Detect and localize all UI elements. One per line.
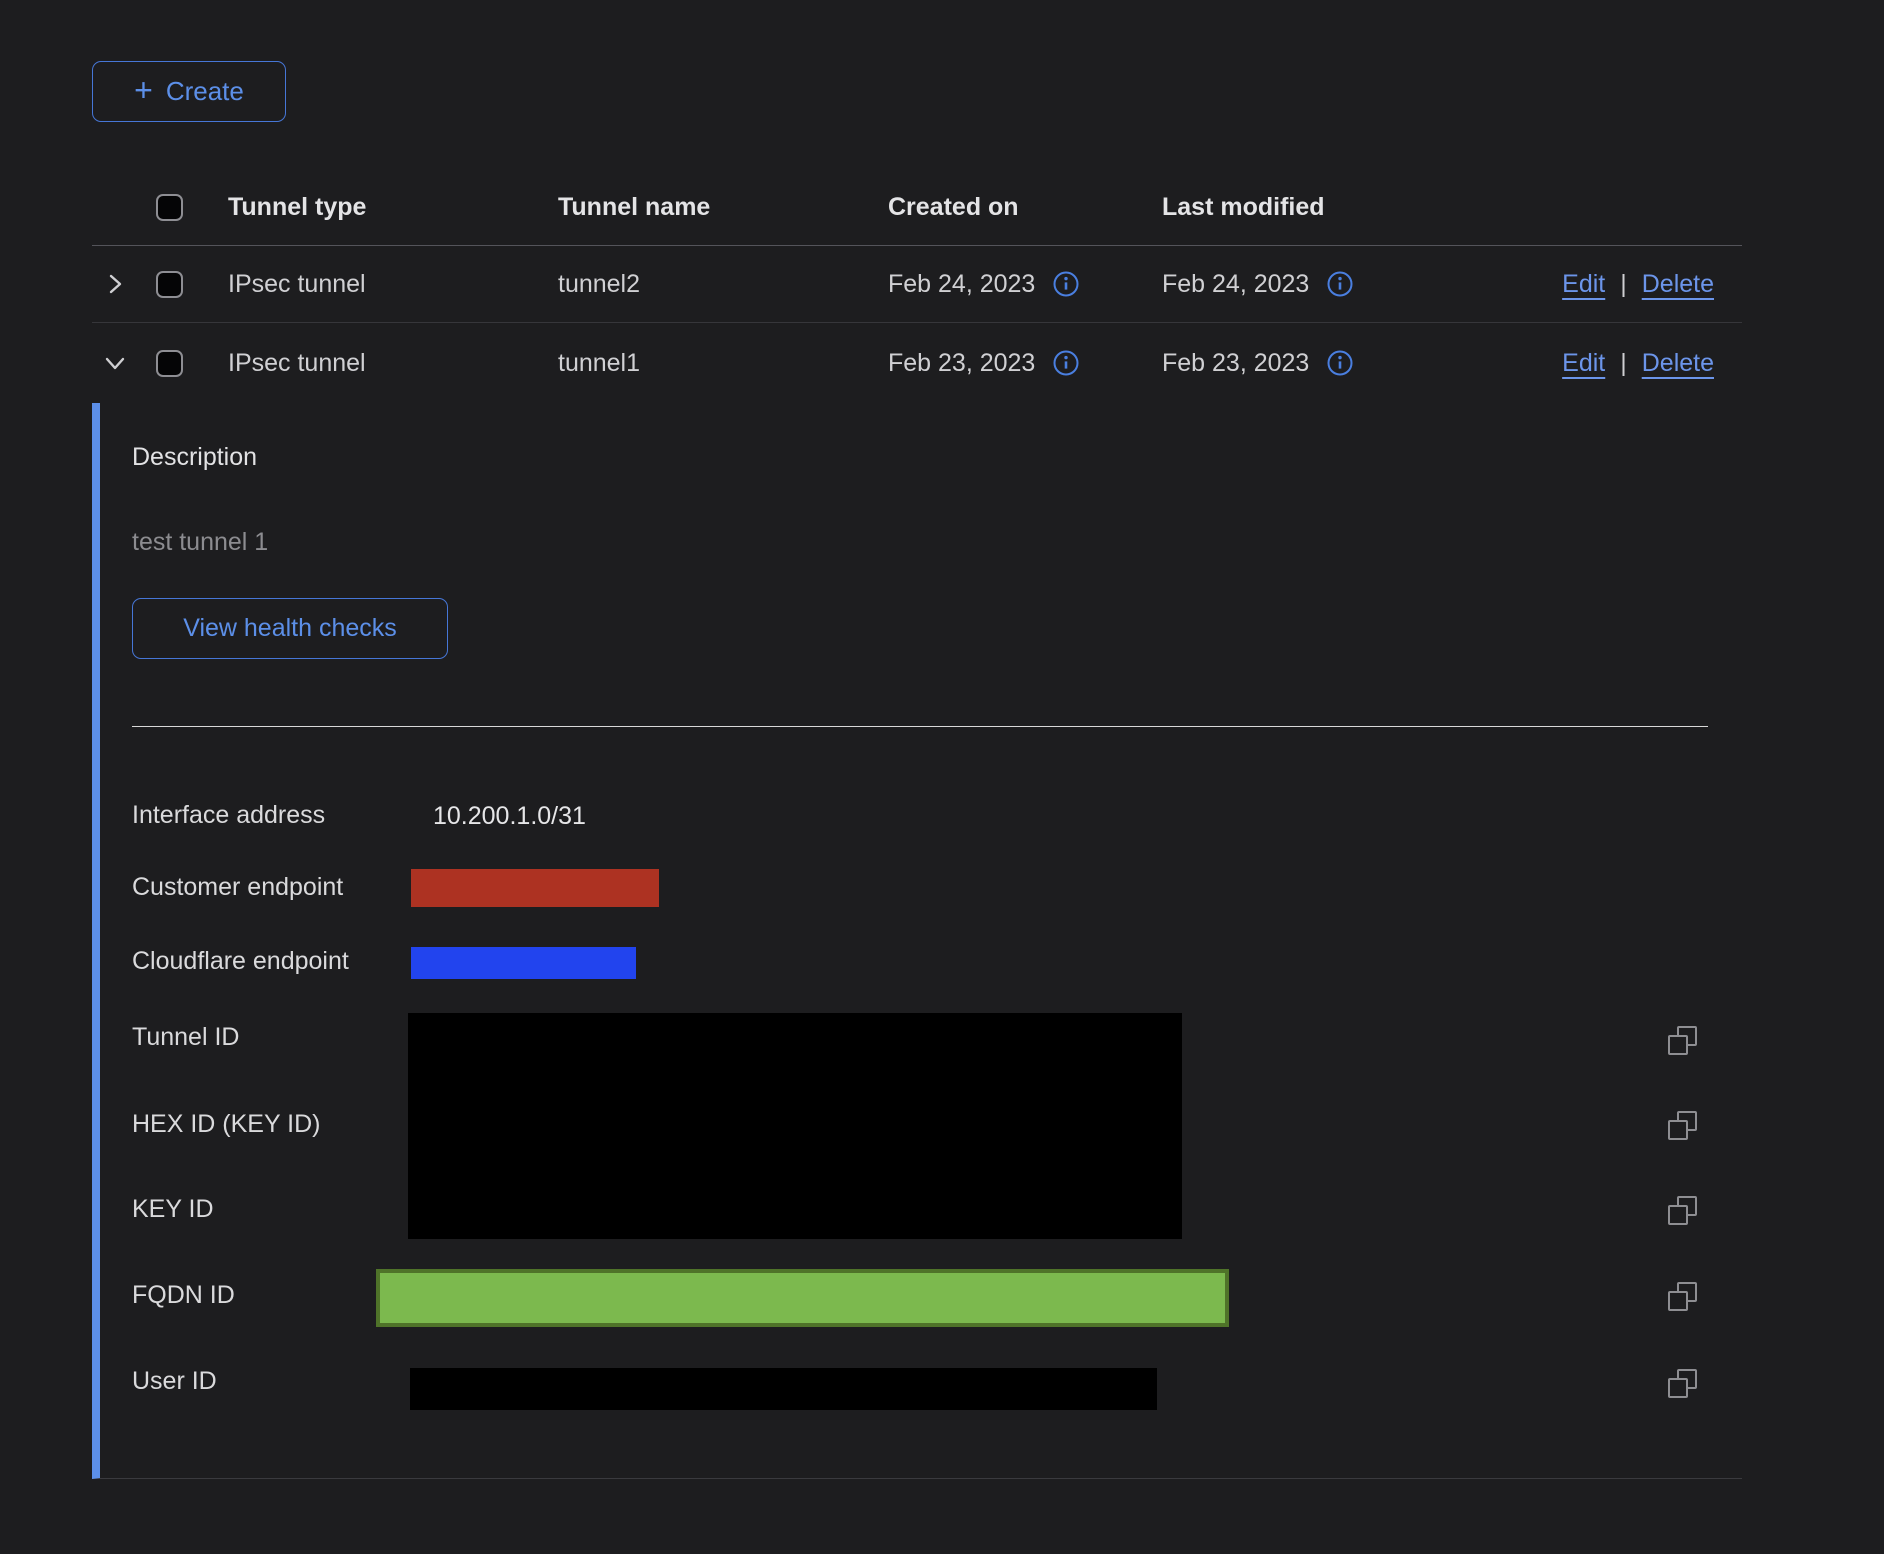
column-header-created-on: Created on <box>888 193 1162 222</box>
customer-endpoint-label: Customer endpoint <box>132 873 343 902</box>
fqdn-id-redacted-value <box>376 1269 1229 1327</box>
column-header-tunnel-type: Tunnel type <box>228 193 558 222</box>
cloudflare-endpoint-label: Cloudflare endpoint <box>132 947 349 976</box>
tunnel-detail-panel: Description test tunnel 1 View health ch… <box>92 403 1742 1479</box>
interface-address-label: Interface address <box>132 801 325 830</box>
action-separator: | <box>1620 270 1627 299</box>
table-row-tunnel2: IPsec tunnel tunnel2 Feb 24, 2023 Feb 24… <box>92 246 1742 323</box>
info-icon[interactable] <box>1052 270 1080 298</box>
row-checkbox[interactable] <box>156 271 183 298</box>
panel-divider <box>132 726 1708 727</box>
tunnel-name-cell: tunnel2 <box>558 270 888 299</box>
description-label: Description <box>132 443 257 472</box>
select-all-checkbox[interactable] <box>156 194 183 221</box>
tunnels-table: Tunnel type Tunnel name Created on Last … <box>92 170 1742 403</box>
tunnel-id-label: Tunnel ID <box>132 1023 239 1052</box>
column-header-tunnel-name: Tunnel name <box>558 193 888 222</box>
last-modified-cell: Feb 24, 2023 <box>1162 270 1309 299</box>
ids-redacted-value <box>408 1013 1182 1239</box>
create-button[interactable]: + Create <box>92 61 286 122</box>
row-checkbox[interactable] <box>156 350 183 377</box>
chevron-right-icon <box>102 271 128 297</box>
info-icon[interactable] <box>1326 349 1354 377</box>
delete-link[interactable]: Delete <box>1642 270 1714 299</box>
copy-icon[interactable] <box>1668 1282 1697 1311</box>
customer-endpoint-redacted-value <box>411 869 659 907</box>
hex-id-label: HEX ID (KEY ID) <box>132 1110 320 1139</box>
copy-icon[interactable] <box>1668 1369 1697 1398</box>
user-id-label: User ID <box>132 1367 217 1396</box>
create-button-label: Create <box>166 76 244 107</box>
key-id-label: KEY ID <box>132 1195 214 1224</box>
plus-icon: + <box>134 74 153 106</box>
column-header-last-modified: Last modified <box>1162 193 1474 222</box>
cloudflare-endpoint-redacted-value <box>411 947 636 979</box>
created-on-cell: Feb 23, 2023 <box>888 349 1035 378</box>
edit-link[interactable]: Edit <box>1562 349 1605 378</box>
collapse-row-button[interactable] <box>102 350 128 376</box>
expand-row-button[interactable] <box>102 271 128 297</box>
info-icon[interactable] <box>1052 349 1080 377</box>
interface-address-value: 10.200.1.0/31 <box>433 802 586 831</box>
tunnel-type-cell: IPsec tunnel <box>228 270 558 299</box>
user-id-redacted-value <box>410 1368 1157 1410</box>
tunnel-type-cell: IPsec tunnel <box>228 349 558 378</box>
action-separator: | <box>1620 349 1627 378</box>
table-row-tunnel1: IPsec tunnel tunnel1 Feb 23, 2023 Feb 23… <box>92 323 1742 403</box>
copy-icon[interactable] <box>1668 1196 1697 1225</box>
table-header-row: Tunnel type Tunnel name Created on Last … <box>92 170 1742 246</box>
delete-link[interactable]: Delete <box>1642 349 1714 378</box>
tunnels-page: + Create Tunnel type Tunnel name Created… <box>0 0 1884 1554</box>
copy-icon[interactable] <box>1668 1026 1697 1055</box>
chevron-down-icon <box>102 350 128 376</box>
fqdn-id-label: FQDN ID <box>132 1281 235 1310</box>
copy-icon[interactable] <box>1668 1111 1697 1140</box>
tunnel-name-cell: tunnel1 <box>558 349 888 378</box>
created-on-cell: Feb 24, 2023 <box>888 270 1035 299</box>
last-modified-cell: Feb 23, 2023 <box>1162 349 1309 378</box>
description-value: test tunnel 1 <box>132 528 268 557</box>
edit-link[interactable]: Edit <box>1562 270 1605 299</box>
info-icon[interactable] <box>1326 270 1354 298</box>
view-health-checks-button[interactable]: View health checks <box>132 598 448 659</box>
